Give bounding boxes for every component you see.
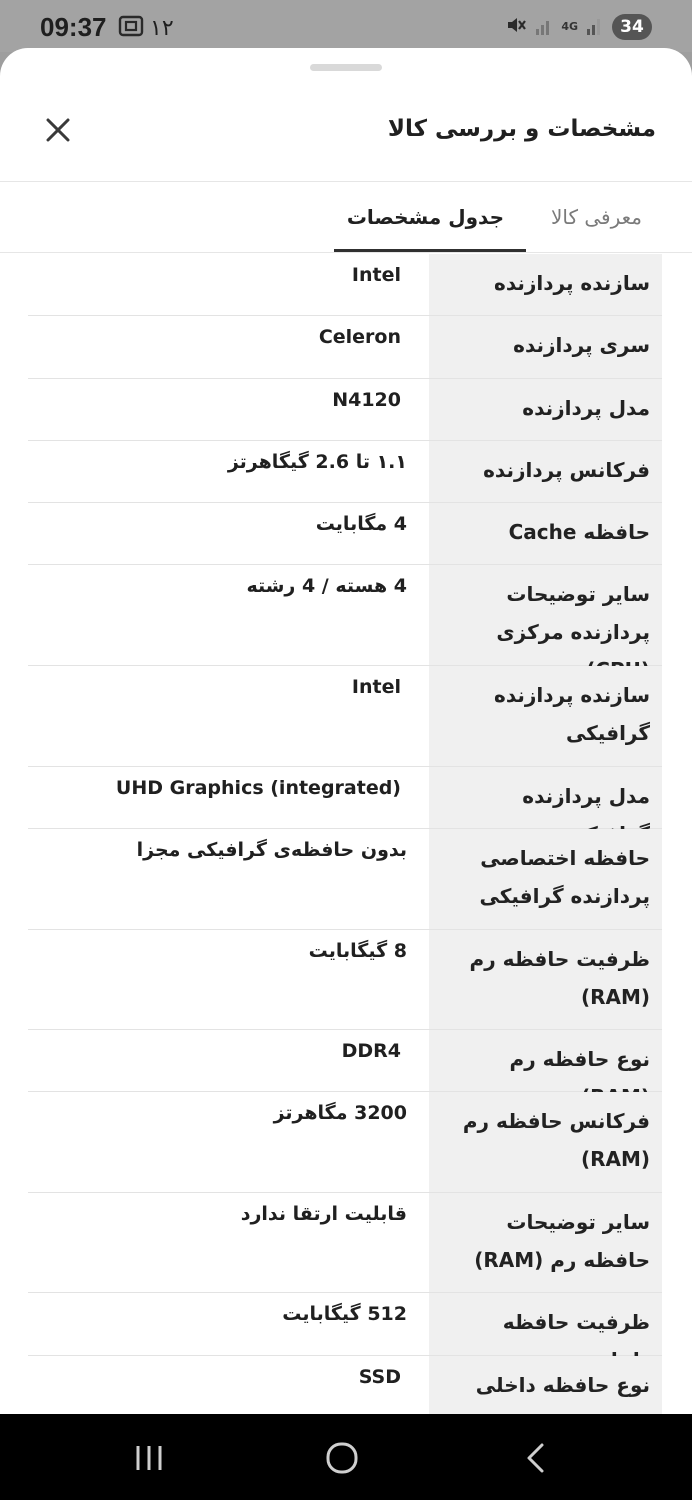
signal-icon-2 xyxy=(586,14,604,40)
spec-row: مدل پردازنده گرافیکی UHD Graphics (integ… xyxy=(28,767,662,846)
tab-specs[interactable]: جدول مشخصات xyxy=(347,205,504,229)
status-right-icons: 4G 34 xyxy=(505,14,652,40)
spec-key: ظرفیت حافظه رم (RAM) xyxy=(429,930,662,1029)
spec-key: ظرفیت حافظه داخلی xyxy=(429,1293,662,1372)
spec-row: نوع حافظه رم (RAM) DDR4 xyxy=(28,1030,662,1109)
spec-value: 512 گیگابایت xyxy=(282,1303,407,1325)
spec-value: N4120 xyxy=(332,389,401,411)
screenshot-icon xyxy=(118,14,144,42)
spec-value: SSD xyxy=(358,1366,401,1388)
active-tab-indicator xyxy=(334,249,526,252)
tab-intro[interactable]: معرفی کالا xyxy=(551,205,642,229)
spec-value: قابلیت ارتقا ندارد xyxy=(240,1203,407,1225)
spec-key: فرکانس حافظه رم (RAM) xyxy=(429,1092,662,1192)
mute-icon xyxy=(505,14,527,40)
spec-key: سایر توضیحات حافظه رم (RAM) xyxy=(429,1193,662,1292)
spec-row: حافظه اختصاصی پردازنده گرافیکی بدون حافظ… xyxy=(28,829,662,930)
battery-indicator: 34 xyxy=(612,14,652,40)
spec-key: حافظه Cache xyxy=(429,503,662,564)
spec-key: فرکانس پردازنده xyxy=(429,441,662,502)
drag-handle[interactable] xyxy=(310,64,382,71)
spec-value: 8 گیگابایت xyxy=(308,940,407,962)
spec-value: ۱.۱ تا 2.6 گیگاهرتز xyxy=(227,451,407,473)
recent-apps-button[interactable] xyxy=(127,1438,171,1478)
spec-value: 4 هسته / 4 رشته xyxy=(246,575,407,597)
spec-table: سازنده پردازنده Intel سری پردازنده Celer… xyxy=(28,254,662,1414)
signal-icon xyxy=(535,14,553,40)
spec-key: سازنده پردازنده گرافیکی xyxy=(429,666,662,766)
recent-apps-icon[interactable] xyxy=(133,1443,165,1473)
spec-row: مدل پردازنده N4120 xyxy=(28,379,662,441)
bottom-sheet: مشخصات و بررسی کالا معرفی کالا جدول مشخص… xyxy=(0,48,692,1414)
close-icon[interactable] xyxy=(45,117,71,143)
close-button[interactable] xyxy=(40,112,76,148)
spec-row: نوع حافظه داخلی SSD xyxy=(28,1356,662,1414)
spec-row: ظرفیت حافظه داخلی 512 گیگابایت xyxy=(28,1293,662,1372)
back-icon[interactable] xyxy=(524,1442,548,1474)
status-left-icons: ۱۲ xyxy=(118,14,174,42)
spec-key: سایر توضیحات پردازنده مرکزی (CPU) xyxy=(429,565,662,682)
spec-row: سری پردازنده Celeron xyxy=(28,316,662,379)
back-button[interactable] xyxy=(514,1438,558,1478)
home-icon[interactable] xyxy=(325,1441,359,1475)
spec-key: نوع حافظه رم (RAM) xyxy=(429,1030,662,1109)
spec-value: Intel xyxy=(351,264,401,286)
spec-value: 4 مگابایت xyxy=(315,513,407,535)
spec-row: فرکانس پردازنده ۱.۱ تا 2.6 گیگاهرتز xyxy=(28,441,662,503)
network-type: 4G xyxy=(561,20,578,33)
spec-key: حافظه اختصاصی پردازنده گرافیکی xyxy=(429,829,662,929)
spec-value: 3200 مگاهرتز xyxy=(273,1102,407,1124)
sheet-title: مشخصات و بررسی کالا xyxy=(387,116,656,142)
spec-key: مدل پردازنده xyxy=(429,379,662,440)
spec-value: Intel xyxy=(351,676,401,698)
home-button[interactable] xyxy=(320,1438,364,1478)
spec-value: Celeron xyxy=(318,326,401,348)
tab-bar: معرفی کالا جدول مشخصات xyxy=(0,183,692,253)
spec-key: مدل پردازنده گرافیکی xyxy=(429,767,662,846)
status-date: ۱۲ xyxy=(150,15,174,41)
spec-row: فرکانس حافظه رم (RAM) 3200 مگاهرتز xyxy=(28,1092,662,1193)
sheet-header: مشخصات و بررسی کالا xyxy=(0,88,692,182)
spec-row: سازنده پردازنده گرافیکی Intel xyxy=(28,666,662,767)
spec-key: سازنده پردازنده xyxy=(429,254,662,315)
spec-key: سری پردازنده xyxy=(429,316,662,378)
spec-value: UHD Graphics (integrated) xyxy=(115,777,401,799)
spec-row: ظرفیت حافظه رم (RAM) 8 گیگابایت xyxy=(28,930,662,1030)
status-time: 09:37 xyxy=(40,12,107,42)
status-bar: 09:37 ۱۲ 4G 34 xyxy=(0,0,692,52)
spec-row: حافظه Cache 4 مگابایت xyxy=(28,503,662,565)
spec-value: DDR4 xyxy=(341,1040,401,1062)
spec-row: سازنده پردازنده Intel xyxy=(28,254,662,316)
spec-value: بدون حافظه‌ی گرافیکی مجزا xyxy=(136,839,407,861)
spec-row: سایر توضیحات پردازنده مرکزی (CPU) 4 هسته… xyxy=(28,565,662,682)
spec-key: نوع حافظه داخلی xyxy=(429,1356,662,1414)
spec-row: سایر توضیحات حافظه رم (RAM) قابلیت ارتقا… xyxy=(28,1193,662,1293)
system-nav-bar xyxy=(0,1414,692,1500)
